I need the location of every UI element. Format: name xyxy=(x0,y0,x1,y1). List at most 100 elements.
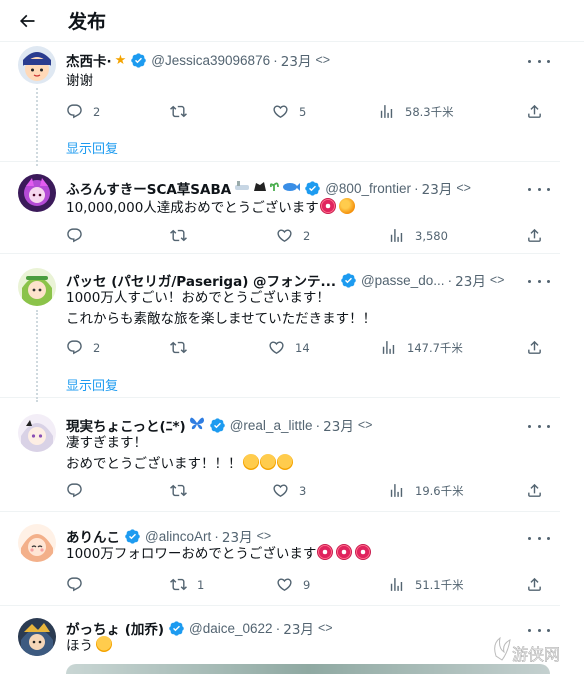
thread-line xyxy=(36,88,38,166)
tweet-item[interactable]: 現実ちょこっと(ﾆ*) @real_a_little · 23月 <> 凄すぎま… xyxy=(0,398,560,512)
timestamp[interactable]: 23月 xyxy=(283,618,314,638)
page-title: 发布 xyxy=(68,11,107,33)
timestamp[interactable]: 23月 xyxy=(455,270,486,290)
user-handle[interactable]: @daice_0622 xyxy=(189,621,273,636)
views-button[interactable]: 3,580 xyxy=(388,227,448,244)
display-name[interactable]: がっちょ (加乔) xyxy=(66,618,164,638)
edit-marker: <> xyxy=(256,529,272,543)
like-button[interactable]: 5 xyxy=(272,103,306,120)
more-icon[interactable] xyxy=(528,530,550,546)
tweet-item[interactable]: 杰西卡· ★ @Jessica39096876 · 23月 <> 谢谢 2 5 … xyxy=(0,42,560,166)
retweet-button[interactable] xyxy=(170,339,197,356)
reply-icon xyxy=(67,228,82,243)
like-button[interactable]: 9 xyxy=(276,576,310,593)
retweet-button[interactable] xyxy=(170,227,197,244)
user-handle[interactable]: @passe_do... xyxy=(361,273,445,288)
tweet-text: 凄すぎます！ おめでとうございます！！！ xyxy=(66,433,293,475)
tweet-media-image[interactable] xyxy=(66,664,550,674)
more-icon[interactable] xyxy=(528,53,550,69)
timestamp[interactable]: 23月 xyxy=(281,50,312,70)
heart-icon xyxy=(277,578,292,591)
avatar[interactable] xyxy=(18,618,56,656)
show-replies-link[interactable]: 显示回复 xyxy=(66,138,118,157)
tweet-item[interactable]: パッセ (パセリガ/Paseriga) @フォンテ... @passe_do..… xyxy=(0,254,560,402)
display-name[interactable]: ふろんすきーSCA草SABA xyxy=(66,178,231,198)
edit-marker: <> xyxy=(317,621,333,635)
share-button[interactable] xyxy=(526,576,543,593)
timestamp[interactable]: 23月 xyxy=(222,526,253,546)
views-button[interactable]: 147.7千米 xyxy=(380,339,463,356)
user-handle[interactable]: @Jessica39096876 xyxy=(151,53,270,68)
like-button[interactable]: 2 xyxy=(276,227,310,244)
verified-badge-icon xyxy=(209,417,225,433)
tweet-text: 1000万人すごい！おめでとうございます！ これからも素敵な旅を楽しませていただき… xyxy=(66,290,377,327)
retweet-icon xyxy=(170,229,187,242)
congrats-emoji-icon xyxy=(336,544,353,560)
avatar[interactable] xyxy=(18,268,56,306)
more-icon[interactable] xyxy=(528,418,550,434)
avatar[interactable] xyxy=(18,46,56,84)
user-handle[interactable]: @real_a_little xyxy=(230,418,313,433)
crying-emoji-icon xyxy=(276,454,293,470)
retweet-button[interactable]: 1 xyxy=(170,576,204,593)
verified-badge-icon xyxy=(169,620,184,636)
show-replies-link[interactable]: 显示回复 xyxy=(66,375,118,394)
share-button[interactable] xyxy=(526,227,543,244)
reply-icon xyxy=(67,483,82,498)
retweet-icon xyxy=(170,341,187,354)
display-name[interactable]: ありんこ xyxy=(66,526,120,546)
user-handle[interactable]: @alincoArt xyxy=(145,529,211,544)
tweet-actions: 2 14 147.7千米 xyxy=(66,339,550,359)
reply-button[interactable]: 2 xyxy=(66,339,100,356)
avatar[interactable] xyxy=(18,524,56,562)
avatar[interactable] xyxy=(18,414,56,452)
more-icon[interactable] xyxy=(528,181,550,197)
verified-badge-icon xyxy=(341,272,356,288)
back-arrow-icon[interactable] xyxy=(14,8,40,34)
views-button[interactable]: 19.6千米 xyxy=(388,482,464,499)
display-name[interactable]: 杰西卡· xyxy=(66,50,112,70)
timestamp[interactable]: 23月 xyxy=(422,178,453,198)
views-icon xyxy=(390,578,403,591)
tweet-item[interactable]: ありんこ @alincoArt · 23月 <> 1000万フォロワーおめでとう… xyxy=(0,512,560,606)
svg-text:游侠网: 游侠网 xyxy=(512,645,560,664)
reply-button[interactable] xyxy=(66,227,93,244)
like-button[interactable]: 14 xyxy=(268,339,310,356)
display-name[interactable]: パッセ (パセリガ/Paseriga) @フォンテ... xyxy=(66,270,336,290)
tweet-text: 10,000,000人達成おめでとうございます xyxy=(66,198,355,219)
share-button[interactable] xyxy=(526,103,543,120)
congrats-emoji-icon xyxy=(355,544,372,560)
more-icon[interactable] xyxy=(528,273,550,289)
display-name[interactable]: 現実ちょこっと(ﾆ*) xyxy=(66,415,186,435)
tweet-text: 1000万フォロワーおめでとうございます xyxy=(66,544,372,565)
heart-icon xyxy=(273,484,288,497)
user-handle[interactable]: @800_frontier xyxy=(325,181,411,196)
views-icon xyxy=(382,341,395,354)
reply-button[interactable] xyxy=(66,576,93,593)
views-button[interactable]: 51.1千米 xyxy=(388,576,464,593)
butterfly-icon xyxy=(189,416,205,434)
views-button[interactable]: 58.3千米 xyxy=(378,103,454,120)
reply-button[interactable] xyxy=(66,482,93,499)
avatar[interactable] xyxy=(18,174,56,212)
share-button[interactable] xyxy=(526,339,543,356)
retweet-button[interactable] xyxy=(170,482,197,499)
verified-badge-icon xyxy=(125,528,140,544)
tweet-item[interactable]: ふろんすきーSCA草SABA @800_frontier · 23月 <> 10… xyxy=(0,162,560,254)
reply-button[interactable]: 2 xyxy=(66,103,100,120)
share-button[interactable] xyxy=(526,482,543,499)
views-icon xyxy=(390,229,403,242)
retweet-icon xyxy=(170,578,187,591)
edit-marker: <> xyxy=(489,273,505,287)
share-icon xyxy=(528,577,541,591)
name-emoji-icons xyxy=(234,179,301,197)
watermark-logo: 游侠网 xyxy=(490,626,568,670)
edit-marker: <> xyxy=(315,53,331,67)
party-emoji-icon xyxy=(338,198,355,214)
tweet-header: 杰西卡· ★ @Jessica39096876 · 23月 <> xyxy=(66,50,331,70)
like-button[interactable]: 3 xyxy=(272,482,306,499)
star-icon: ★ xyxy=(114,52,127,68)
retweet-button[interactable] xyxy=(170,103,197,120)
reply-icon xyxy=(67,340,82,355)
timestamp[interactable]: 23月 xyxy=(323,415,354,435)
